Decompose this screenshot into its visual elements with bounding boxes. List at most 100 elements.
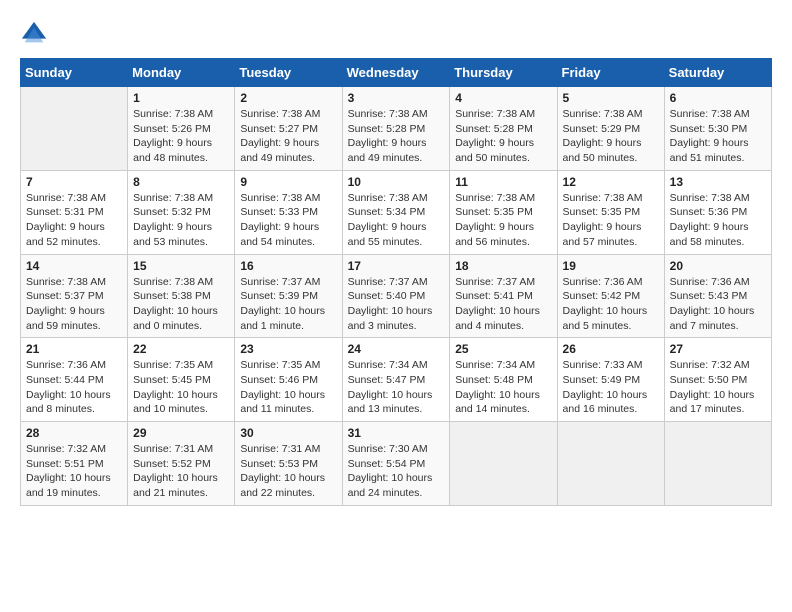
calendar-cell: 24 Sunrise: 7:34 AM Sunset: 5:47 PM Dayli…: [342, 338, 450, 422]
day-info: Sunrise: 7:38 AM Sunset: 5:33 PM Dayligh…: [240, 191, 336, 250]
day-info: Sunrise: 7:38 AM Sunset: 5:28 PM Dayligh…: [348, 107, 445, 166]
calendar-cell: 29 Sunrise: 7:31 AM Sunset: 5:52 PM Dayli…: [128, 422, 235, 506]
logo: [20, 20, 50, 48]
weekday-header-monday: Monday: [128, 59, 235, 87]
day-info: Sunrise: 7:36 AM Sunset: 5:42 PM Dayligh…: [563, 275, 659, 334]
day-number: 20: [670, 259, 766, 273]
calendar-week-4: 21 Sunrise: 7:36 AM Sunset: 5:44 PM Dayli…: [21, 338, 772, 422]
calendar-cell: 19Sunrise: 7:36 AM Sunset: 5:42 PM Dayli…: [557, 254, 664, 338]
day-number: 17: [348, 259, 445, 273]
calendar-body: 1 Sunrise: 7:38 AM Sunset: 5:26 PM Daylig…: [21, 87, 772, 506]
day-number: 1: [133, 91, 229, 105]
calendar-cell: 3 Sunrise: 7:38 AM Sunset: 5:28 PM Daylig…: [342, 87, 450, 171]
calendar-cell: 9Sunrise: 7:38 AM Sunset: 5:33 PM Daylig…: [235, 170, 342, 254]
day-number: 4: [455, 91, 551, 105]
day-number: 23: [240, 342, 336, 356]
calendar-cell: 7 Sunrise: 7:38 AM Sunset: 5:31 PM Daylig…: [21, 170, 128, 254]
calendar-week-2: 7 Sunrise: 7:38 AM Sunset: 5:31 PM Daylig…: [21, 170, 772, 254]
day-info: Sunrise: 7:36 AM Sunset: 5:44 PM Dayligh…: [26, 358, 122, 417]
calendar-cell: 31 Sunrise: 7:30 AM Sunset: 5:54 PM Dayli…: [342, 422, 450, 506]
weekday-header-wednesday: Wednesday: [342, 59, 450, 87]
day-info: Sunrise: 7:30 AM Sunset: 5:54 PM Dayligh…: [348, 442, 445, 501]
day-number: 24: [348, 342, 445, 356]
calendar-cell: [450, 422, 557, 506]
day-number: 8: [133, 175, 229, 189]
weekday-header-row: SundayMondayTuesdayWednesdayThursdayFrid…: [21, 59, 772, 87]
day-info: Sunrise: 7:38 AM Sunset: 5:31 PM Dayligh…: [26, 191, 122, 250]
day-number: 29: [133, 426, 229, 440]
calendar-cell: 13Sunrise: 7:38 AM Sunset: 5:36 PM Dayli…: [664, 170, 771, 254]
weekday-header-tuesday: Tuesday: [235, 59, 342, 87]
calendar-cell: 2Sunrise: 7:38 AM Sunset: 5:27 PM Daylig…: [235, 87, 342, 171]
calendar-cell: 14 Sunrise: 7:38 AM Sunset: 5:37 PM Dayli…: [21, 254, 128, 338]
day-info: Sunrise: 7:32 AM Sunset: 5:50 PM Dayligh…: [670, 358, 766, 417]
calendar-cell: 8 Sunrise: 7:38 AM Sunset: 5:32 PM Daylig…: [128, 170, 235, 254]
day-number: 13: [670, 175, 766, 189]
day-number: 16: [240, 259, 336, 273]
day-info: Sunrise: 7:38 AM Sunset: 5:30 PM Dayligh…: [670, 107, 766, 166]
weekday-header-saturday: Saturday: [664, 59, 771, 87]
day-info: Sunrise: 7:36 AM Sunset: 5:43 PM Dayligh…: [670, 275, 766, 334]
day-number: 27: [670, 342, 766, 356]
calendar-cell: 17 Sunrise: 7:37 AM Sunset: 5:40 PM Dayli…: [342, 254, 450, 338]
calendar-cell: 27 Sunrise: 7:32 AM Sunset: 5:50 PM Dayli…: [664, 338, 771, 422]
weekday-header-thursday: Thursday: [450, 59, 557, 87]
calendar-cell: 21 Sunrise: 7:36 AM Sunset: 5:44 PM Dayli…: [21, 338, 128, 422]
day-number: 14: [26, 259, 122, 273]
day-info: Sunrise: 7:31 AM Sunset: 5:53 PM Dayligh…: [240, 442, 336, 501]
day-info: Sunrise: 7:38 AM Sunset: 5:35 PM Dayligh…: [455, 191, 551, 250]
day-number: 6: [670, 91, 766, 105]
calendar-table: SundayMondayTuesdayWednesdayThursdayFrid…: [20, 58, 772, 506]
calendar-header: SundayMondayTuesdayWednesdayThursdayFrid…: [21, 59, 772, 87]
day-info: Sunrise: 7:33 AM Sunset: 5:49 PM Dayligh…: [563, 358, 659, 417]
day-info: Sunrise: 7:32 AM Sunset: 5:51 PM Dayligh…: [26, 442, 122, 501]
day-number: 26: [563, 342, 659, 356]
day-info: Sunrise: 7:31 AM Sunset: 5:52 PM Dayligh…: [133, 442, 229, 501]
day-info: Sunrise: 7:38 AM Sunset: 5:35 PM Dayligh…: [563, 191, 659, 250]
day-number: 18: [455, 259, 551, 273]
day-number: 12: [563, 175, 659, 189]
calendar-cell: [21, 87, 128, 171]
day-info: Sunrise: 7:37 AM Sunset: 5:41 PM Dayligh…: [455, 275, 551, 334]
day-info: Sunrise: 7:37 AM Sunset: 5:39 PM Dayligh…: [240, 275, 336, 334]
day-number: 22: [133, 342, 229, 356]
calendar-cell: 25Sunrise: 7:34 AM Sunset: 5:48 PM Dayli…: [450, 338, 557, 422]
calendar-week-3: 14 Sunrise: 7:38 AM Sunset: 5:37 PM Dayli…: [21, 254, 772, 338]
day-number: 30: [240, 426, 336, 440]
calendar-week-5: 28Sunrise: 7:32 AM Sunset: 5:51 PM Dayli…: [21, 422, 772, 506]
calendar-cell: 30 Sunrise: 7:31 AM Sunset: 5:53 PM Dayli…: [235, 422, 342, 506]
day-number: 10: [348, 175, 445, 189]
calendar-cell: [557, 422, 664, 506]
calendar-cell: 18 Sunrise: 7:37 AM Sunset: 5:41 PM Dayli…: [450, 254, 557, 338]
day-number: 25: [455, 342, 551, 356]
day-info: Sunrise: 7:34 AM Sunset: 5:47 PM Dayligh…: [348, 358, 445, 417]
logo-icon: [20, 20, 48, 48]
day-info: Sunrise: 7:38 AM Sunset: 5:28 PM Dayligh…: [455, 107, 551, 166]
day-number: 7: [26, 175, 122, 189]
calendar-week-1: 1 Sunrise: 7:38 AM Sunset: 5:26 PM Daylig…: [21, 87, 772, 171]
calendar-cell: 12 Sunrise: 7:38 AM Sunset: 5:35 PM Dayli…: [557, 170, 664, 254]
calendar-cell: 26 Sunrise: 7:33 AM Sunset: 5:49 PM Dayli…: [557, 338, 664, 422]
day-info: Sunrise: 7:38 AM Sunset: 5:26 PM Dayligh…: [133, 107, 229, 166]
calendar-cell: 5Sunrise: 7:38 AM Sunset: 5:29 PM Daylig…: [557, 87, 664, 171]
weekday-header-sunday: Sunday: [21, 59, 128, 87]
calendar-cell: 16 Sunrise: 7:37 AM Sunset: 5:39 PM Dayli…: [235, 254, 342, 338]
day-number: 2: [240, 91, 336, 105]
day-number: 31: [348, 426, 445, 440]
day-info: Sunrise: 7:38 AM Sunset: 5:37 PM Dayligh…: [26, 275, 122, 334]
day-info: Sunrise: 7:38 AM Sunset: 5:34 PM Dayligh…: [348, 191, 445, 250]
day-number: 11: [455, 175, 551, 189]
calendar-cell: 4 Sunrise: 7:38 AM Sunset: 5:28 PM Daylig…: [450, 87, 557, 171]
calendar-cell: 22Sunrise: 7:35 AM Sunset: 5:45 PM Dayli…: [128, 338, 235, 422]
day-number: 21: [26, 342, 122, 356]
day-info: Sunrise: 7:38 AM Sunset: 5:38 PM Dayligh…: [133, 275, 229, 334]
calendar-cell: 28Sunrise: 7:32 AM Sunset: 5:51 PM Dayli…: [21, 422, 128, 506]
calendar-cell: 15 Sunrise: 7:38 AM Sunset: 5:38 PM Dayli…: [128, 254, 235, 338]
day-number: 3: [348, 91, 445, 105]
day-number: 5: [563, 91, 659, 105]
day-info: Sunrise: 7:35 AM Sunset: 5:46 PM Dayligh…: [240, 358, 336, 417]
calendar-cell: 10 Sunrise: 7:38 AM Sunset: 5:34 PM Dayli…: [342, 170, 450, 254]
day-number: 15: [133, 259, 229, 273]
day-info: Sunrise: 7:37 AM Sunset: 5:40 PM Dayligh…: [348, 275, 445, 334]
day-info: Sunrise: 7:38 AM Sunset: 5:32 PM Dayligh…: [133, 191, 229, 250]
